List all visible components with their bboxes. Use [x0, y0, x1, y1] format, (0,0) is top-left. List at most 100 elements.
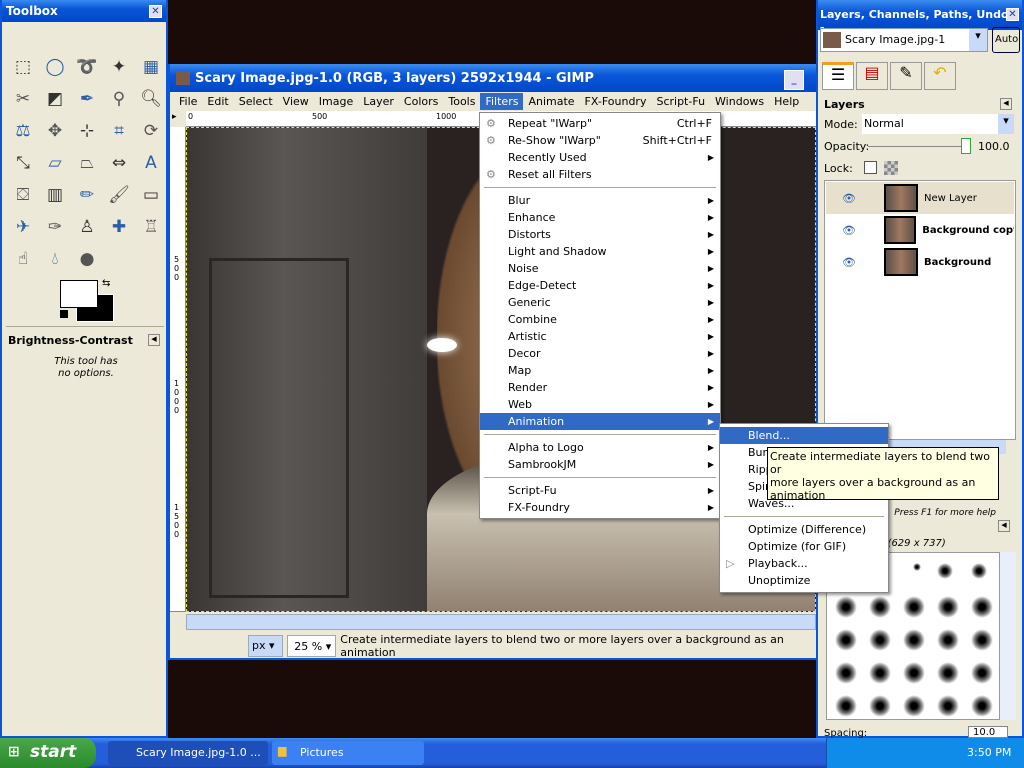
horizontal-scrollbar[interactable] [186, 614, 816, 630]
brush-preset[interactable] [913, 563, 921, 571]
menu-item-reset-all-filters[interactable]: Reset all Filters ⚙ [480, 166, 720, 183]
unit-select[interactable]: px ▾ [248, 635, 283, 657]
brush-preset[interactable] [971, 695, 993, 717]
brush-preset[interactable] [903, 596, 925, 618]
heal-tool-icon[interactable]: ✚ [106, 214, 132, 240]
brush-preset[interactable] [869, 629, 891, 651]
smudge-tool-icon[interactable]: ☝ [10, 246, 36, 272]
menu-item-blur[interactable]: Blur ▶ [480, 192, 720, 209]
menu-item-web[interactable]: Web ▶ [480, 396, 720, 413]
fuzzy-select-tool-icon[interactable]: ✦ [106, 54, 132, 80]
eye-icon[interactable]: 👁︎ [842, 192, 856, 205]
menu-layer[interactable]: Layer [358, 93, 399, 110]
ellipse-select-tool-icon[interactable]: ◯ [42, 54, 68, 80]
start-button[interactable]: start ⊞ [0, 738, 96, 768]
menu-item-re-show-iwarp[interactable]: Re-Show "IWarp" Shift+Ctrl+F ⚙ [480, 132, 720, 149]
dodge-burn-tool-icon[interactable]: ● [74, 246, 100, 272]
brush-preset[interactable] [937, 695, 959, 717]
menu-file[interactable]: File [174, 93, 202, 110]
text-tool-icon[interactable]: A [138, 150, 164, 176]
brush-preset[interactable] [869, 695, 891, 717]
menu-help[interactable]: Help [769, 93, 804, 110]
menu-colors[interactable]: Colors [399, 93, 443, 110]
menu-item-map[interactable]: Map ▶ [480, 362, 720, 379]
image-select[interactable]: Scary Image.jpg-1 ▾ [820, 28, 988, 52]
brush-preset[interactable] [971, 596, 993, 618]
shear-tool-icon[interactable]: ▱ [42, 150, 68, 176]
clone-tool-icon[interactable]: ♙ [74, 214, 100, 240]
spacing-value[interactable]: 10.0 [968, 726, 1008, 738]
align-tool-icon[interactable]: ⊹ [74, 118, 100, 144]
menu-item-generic[interactable]: Generic ▶ [480, 294, 720, 311]
menu-item-optimize-for-gif[interactable]: Optimize (for GIF) [720, 538, 888, 555]
menu-item-sambrookjm[interactable]: SambrookJM ▶ [480, 456, 720, 473]
zoom-select[interactable]: 25 % ▾ [286, 635, 337, 657]
blur-tool-icon[interactable]: 💧︎ [42, 246, 68, 272]
brush-preset[interactable] [937, 596, 959, 618]
paths-icon[interactable]: ✎ [890, 62, 922, 90]
menu-item-noise[interactable]: Noise ▶ [480, 260, 720, 277]
rect-select-tool-icon[interactable]: ⬚ [10, 54, 36, 80]
menu-item-unoptimize[interactable]: Unoptimize [720, 572, 888, 589]
menu-item-alpha-to-logo[interactable]: Alpha to Logo ▶ [480, 439, 720, 456]
menu-item-light-and-shadow[interactable]: Light and Shadow ▶ [480, 243, 720, 260]
lock-alpha-icon[interactable] [884, 161, 898, 175]
brush-scrollbar[interactable] [1000, 552, 1016, 720]
layer-row[interactable]: 👁︎ Background [826, 246, 1014, 278]
perspective-clone-tool-icon[interactable]: ♖ [138, 214, 164, 240]
paintbrush-tool-icon[interactable]: 🖌︎ [106, 182, 132, 208]
quick-mask-menu-icon[interactable]: ▸ [172, 112, 177, 122]
menu-item-edge-detect[interactable]: Edge-Detect ▶ [480, 277, 720, 294]
menu-item-animation[interactable]: Animation ▶ [480, 413, 720, 430]
taskbar-item-pictures[interactable]: ▆ Pictures [272, 741, 424, 765]
menu-view[interactable]: View [278, 93, 314, 110]
lock-pixels-checkbox[interactable] [864, 161, 877, 174]
menu-item-distorts[interactable]: Distorts ▶ [480, 226, 720, 243]
scissors-tool-icon[interactable]: ✂ [10, 86, 36, 112]
brush-preset[interactable] [971, 629, 993, 651]
brush-preset[interactable] [971, 563, 987, 579]
layers-icon[interactable]: ☰ [822, 62, 854, 90]
menu-windows[interactable]: Windows [710, 93, 769, 110]
menu-item-decor[interactable]: Decor ▶ [480, 345, 720, 362]
brush-preset[interactable] [903, 695, 925, 717]
menu-select[interactable]: Select [234, 93, 278, 110]
menu-item-repeat-iwarp[interactable]: Repeat "IWarp" Ctrl+F ⚙ [480, 115, 720, 132]
eye-icon[interactable]: 👁︎ [842, 256, 856, 269]
color-select-tool-icon[interactable]: ▦ [138, 54, 164, 80]
eye-icon[interactable]: 👁︎ [842, 224, 856, 237]
rotate-tool-icon[interactable]: ⟳ [138, 118, 164, 144]
swap-colors-icon[interactable]: ⇆ [102, 278, 110, 289]
brush-preset[interactable] [835, 596, 857, 618]
brush-preset[interactable] [937, 662, 959, 684]
measure-tool-icon[interactable]: ⚖ [10, 118, 36, 144]
brush-preset[interactable] [971, 662, 993, 684]
tab-menu-icon[interactable]: ◀ [1000, 98, 1012, 110]
vertical-ruler[interactable]: 500 1000 1500 [170, 127, 186, 612]
airbrush-tool-icon[interactable]: ✈ [10, 214, 36, 240]
brush-preset[interactable] [835, 662, 857, 684]
menu-fx-foundry[interactable]: FX-Foundry [580, 93, 652, 110]
brush-preset[interactable] [903, 662, 925, 684]
color-picker-tool-icon[interactable]: ⚲ [106, 86, 132, 112]
minimize-button[interactable]: _ [784, 70, 804, 90]
eraser-tool-icon[interactable]: ▭ [138, 182, 164, 208]
menu-item-optimize-difference[interactable]: Optimize (Difference) [720, 521, 888, 538]
close-icon[interactable]: ✕ [149, 5, 162, 18]
menu-script-fu[interactable]: Script-Fu [651, 93, 710, 110]
image-titlebar[interactable]: Scary Image.jpg-1.0 (RGB, 3 layers) 2592… [170, 64, 816, 92]
ink-tool-icon[interactable]: ✑ [42, 214, 68, 240]
bucket-fill-tool-icon[interactable]: ⛋ [10, 182, 36, 208]
perspective-tool-icon[interactable]: ⏢ [74, 150, 100, 176]
scale-tool-icon[interactable]: ⤡ [10, 150, 36, 176]
menu-edit[interactable]: Edit [202, 93, 233, 110]
pencil-tool-icon[interactable]: ✏ [74, 182, 100, 208]
menu-filters[interactable]: Filters [480, 93, 524, 110]
tab-menu-icon[interactable]: ◀ [148, 334, 160, 346]
dock-titlebar[interactable]: Layers, Channels, Paths, Undo -...✕ [818, 0, 1022, 34]
menu-item-artistic[interactable]: Artistic ▶ [480, 328, 720, 345]
layer-row[interactable]: 👁︎ Background copy [826, 214, 1014, 246]
auto-button[interactable]: Auto [992, 27, 1020, 53]
toolbox-titlebar[interactable]: Toolbox ✕ [2, 0, 166, 22]
brush-preset[interactable] [869, 662, 891, 684]
